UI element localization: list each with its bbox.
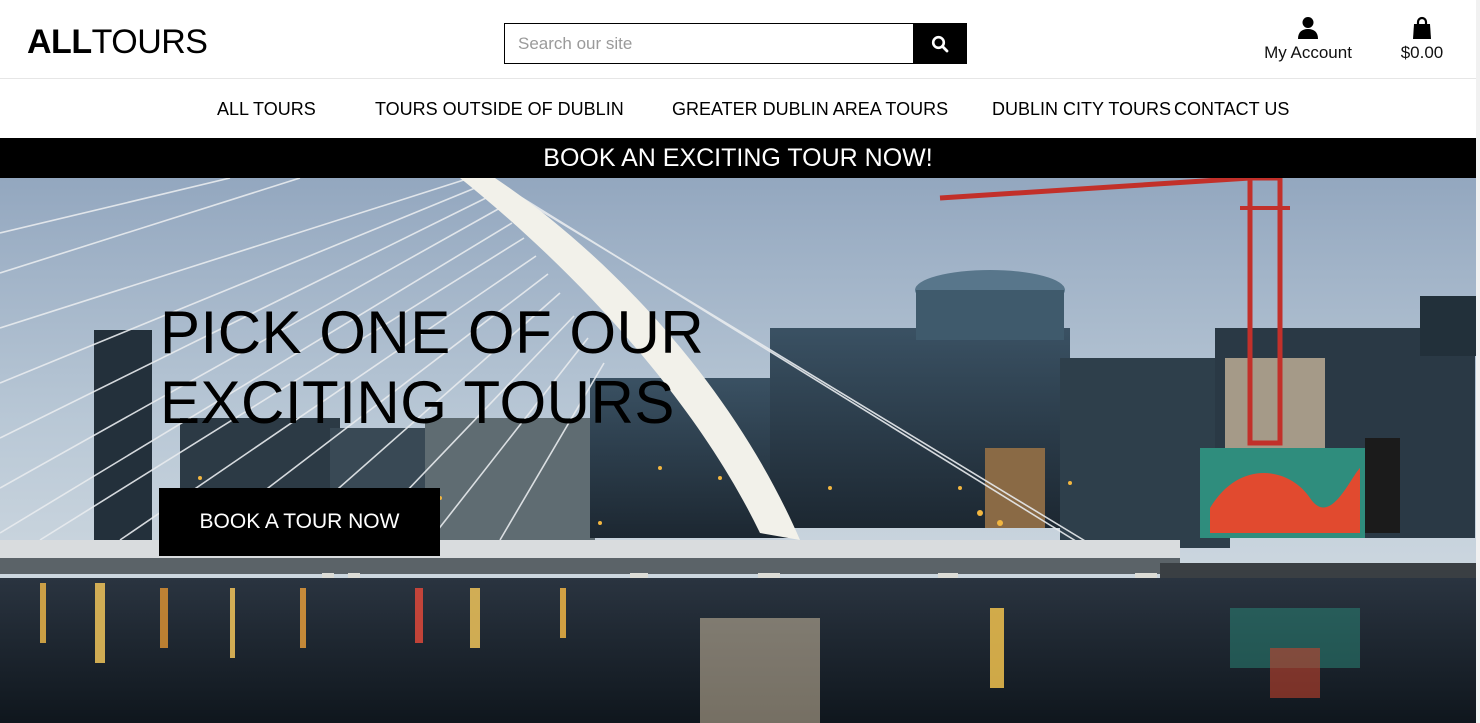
logo-bold-text: ALL — [27, 23, 92, 61]
my-account-label: My Account — [1264, 43, 1352, 62]
hero-title-line-1: PICK ONE OF OUR — [160, 299, 705, 366]
hero-title-line-2: EXCITING TOURS — [160, 369, 675, 436]
nav-item-dublin-city-tours[interactable]: DUBLIN CITY TOURS — [992, 99, 1171, 120]
nav-item-greater-dublin-area-tours[interactable]: GREATER DUBLIN AREA TOURS — [672, 99, 948, 120]
user-icon — [1298, 17, 1318, 39]
site-logo[interactable]: ALLTOURS — [27, 22, 208, 62]
hero-title: PICK ONE OF OUR EXCITING TOURS — [160, 298, 704, 438]
shopping-bag-icon — [1413, 16, 1431, 39]
search-icon — [931, 35, 949, 52]
nav-item-contact-us[interactable]: CONTACT US — [1174, 99, 1289, 120]
search-button[interactable] — [913, 23, 967, 64]
logo-light-text: TOURS — [91, 23, 208, 61]
promo-banner: BOOK AN EXCITING TOUR NOW! — [0, 138, 1476, 178]
hero-background-image — [0, 178, 1476, 723]
site-header: ALLTOURS My Account $0.00 — [0, 0, 1476, 77]
book-tour-button[interactable]: BOOK A TOUR NOW — [159, 488, 440, 556]
search-form — [504, 23, 967, 64]
my-account-link[interactable]: My Account — [1256, 16, 1360, 63]
search-input[interactable] — [504, 23, 927, 64]
page-scrollbar[interactable] — [1476, 0, 1480, 723]
nav-item-tours-outside-dublin[interactable]: TOURS OUTSIDE OF DUBLIN — [375, 99, 624, 120]
cart-total: $0.00 — [1400, 43, 1444, 62]
nav-item-all-tours[interactable]: ALL TOURS — [217, 99, 316, 120]
cart-link[interactable]: $0.00 — [1392, 16, 1452, 63]
hero-section: PICK ONE OF OUR EXCITING TOURS BOOK A TO… — [0, 178, 1476, 723]
promo-banner-text: BOOK AN EXCITING TOUR NOW! — [543, 144, 933, 172]
main-nav: ALL TOURS TOURS OUTSIDE OF DUBLIN GREATE… — [0, 78, 1476, 139]
